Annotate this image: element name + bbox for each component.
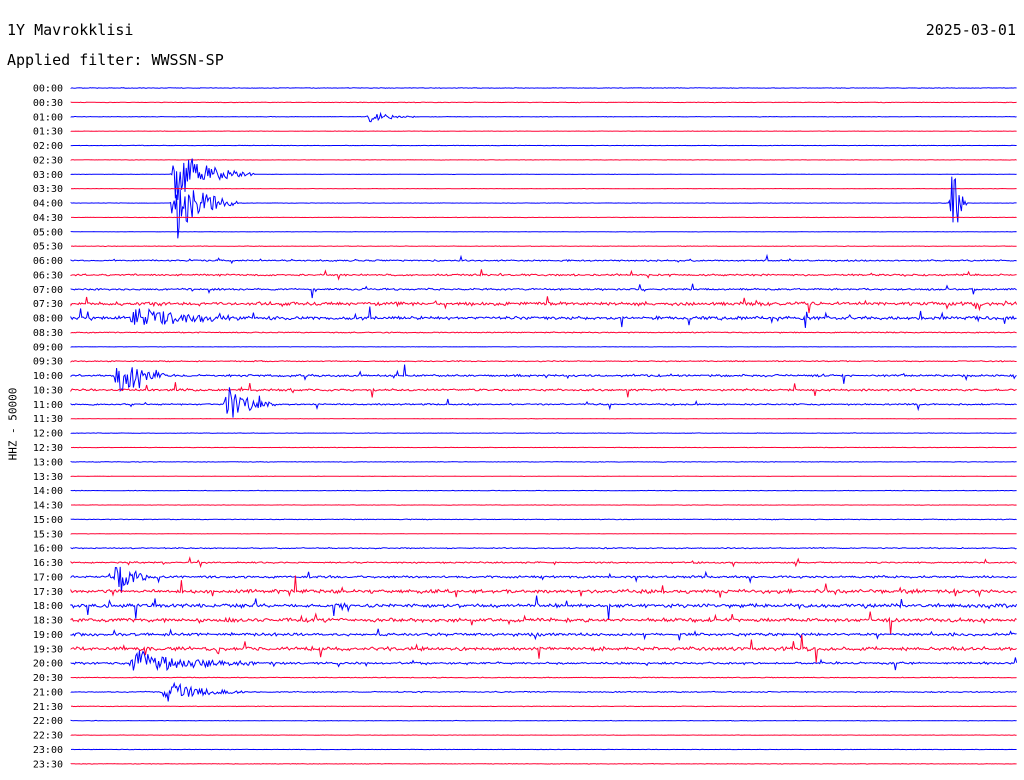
time-tick-label: 05:30 xyxy=(33,242,63,253)
trace-line xyxy=(70,269,1017,281)
time-tick-label: 23:30 xyxy=(33,759,63,770)
trace-line xyxy=(70,364,1017,393)
time-tick-label: 03:00 xyxy=(33,170,63,181)
trace-line xyxy=(70,306,1017,328)
trace-line xyxy=(70,101,1017,104)
trace-line xyxy=(70,595,1018,620)
time-tick-label: 07:30 xyxy=(33,299,63,310)
time-tick-label: 02:30 xyxy=(33,155,63,166)
trace-line xyxy=(70,111,1017,123)
trace-line xyxy=(70,489,1017,492)
time-tick-label: 21:00 xyxy=(33,687,63,698)
time-tick-label: 08:00 xyxy=(33,314,63,325)
time-tick-label: 01:30 xyxy=(33,127,63,138)
time-tick-label: 16:00 xyxy=(33,544,63,555)
time-tick-label: 20:00 xyxy=(33,659,63,670)
time-tick-label: 23:00 xyxy=(33,745,63,756)
time-tick-label: 11:00 xyxy=(33,400,63,411)
time-tick-label: 17:00 xyxy=(33,572,63,583)
time-tick-label: 11:30 xyxy=(33,414,63,425)
time-tick-label: 09:00 xyxy=(33,342,63,353)
trace-line xyxy=(70,556,1017,569)
time-tick-label: 00:30 xyxy=(33,98,63,109)
time-tick-label: 17:30 xyxy=(33,587,63,598)
trace-line xyxy=(70,518,1017,521)
trace-line xyxy=(70,634,1017,663)
trace-line xyxy=(70,546,1017,550)
trace-line xyxy=(70,87,1017,89)
time-tick-label: 18:00 xyxy=(33,601,63,612)
trace-line xyxy=(70,296,1018,314)
time-tick-label: 13:00 xyxy=(33,457,63,468)
trace-line xyxy=(70,253,1017,265)
trace-line xyxy=(70,158,1017,200)
trace-line xyxy=(70,611,1017,635)
trace-line xyxy=(70,575,1017,598)
trace-line xyxy=(70,176,1017,239)
trace-line xyxy=(70,762,1017,765)
time-tick-label: 16:30 xyxy=(33,558,63,569)
trace-line xyxy=(70,461,1017,463)
time-tick-label: 19:00 xyxy=(33,630,63,641)
trace-line xyxy=(70,681,1017,702)
time-tick-label: 21:30 xyxy=(33,702,63,713)
time-tick-label: 12:30 xyxy=(33,443,63,454)
time-tick-label: 15:00 xyxy=(33,515,63,526)
time-tick-label: 03:30 xyxy=(33,184,63,195)
time-tick-label: 18:30 xyxy=(33,616,63,627)
trace-line xyxy=(70,650,1018,672)
time-tick-label: 10:30 xyxy=(33,385,63,396)
time-tick-label: 06:00 xyxy=(33,256,63,267)
trace-line xyxy=(70,676,1017,679)
trace-line xyxy=(70,566,1017,593)
trace-line xyxy=(70,387,1017,418)
trace-line xyxy=(70,382,1017,398)
time-tick-label: 04:00 xyxy=(33,199,63,210)
time-tick-label: 20:30 xyxy=(33,673,63,684)
trace-line xyxy=(70,719,1017,722)
trace-line xyxy=(70,432,1017,434)
time-tick-label: 06:30 xyxy=(33,270,63,281)
trace-line xyxy=(70,359,1017,363)
time-tick-label: 10:00 xyxy=(33,371,63,382)
time-tick-label: 19:30 xyxy=(33,644,63,655)
time-tick-label: 07:00 xyxy=(33,285,63,296)
time-tick-label: 00:00 xyxy=(33,84,63,95)
trace-line xyxy=(70,628,1017,641)
time-tick-label: 13:30 xyxy=(33,472,63,483)
time-tick-label: 12:00 xyxy=(33,429,63,440)
time-tick-label: 04:30 xyxy=(33,213,63,224)
helicorder-plot: 00:00 00:30 01:00 01:30 02:00 02:30 03:00 03:30… xyxy=(33,84,1018,771)
time-tick-label: 05:00 xyxy=(33,227,63,238)
time-tick-label: 01:00 xyxy=(33,112,63,123)
time-tick-label: 15:30 xyxy=(33,529,63,540)
time-tick-label: 14:00 xyxy=(33,486,63,497)
time-tick-label: 22:30 xyxy=(33,731,63,742)
trace-line xyxy=(70,331,1017,334)
time-tick-label: 02:00 xyxy=(33,141,63,152)
trace-line xyxy=(70,283,1017,299)
time-tick-label: 14:30 xyxy=(33,501,63,512)
time-tick-label: 08:30 xyxy=(33,328,63,339)
time-label-group: 00:00 00:30 01:00 01:30 02:00 02:30 03:00 03:30… xyxy=(33,84,63,771)
time-tick-label: 09:30 xyxy=(33,357,63,368)
trace-group xyxy=(70,87,1018,765)
trace-line xyxy=(70,245,1017,248)
time-tick-label: 22:00 xyxy=(33,716,63,727)
trace-line xyxy=(70,705,1017,708)
